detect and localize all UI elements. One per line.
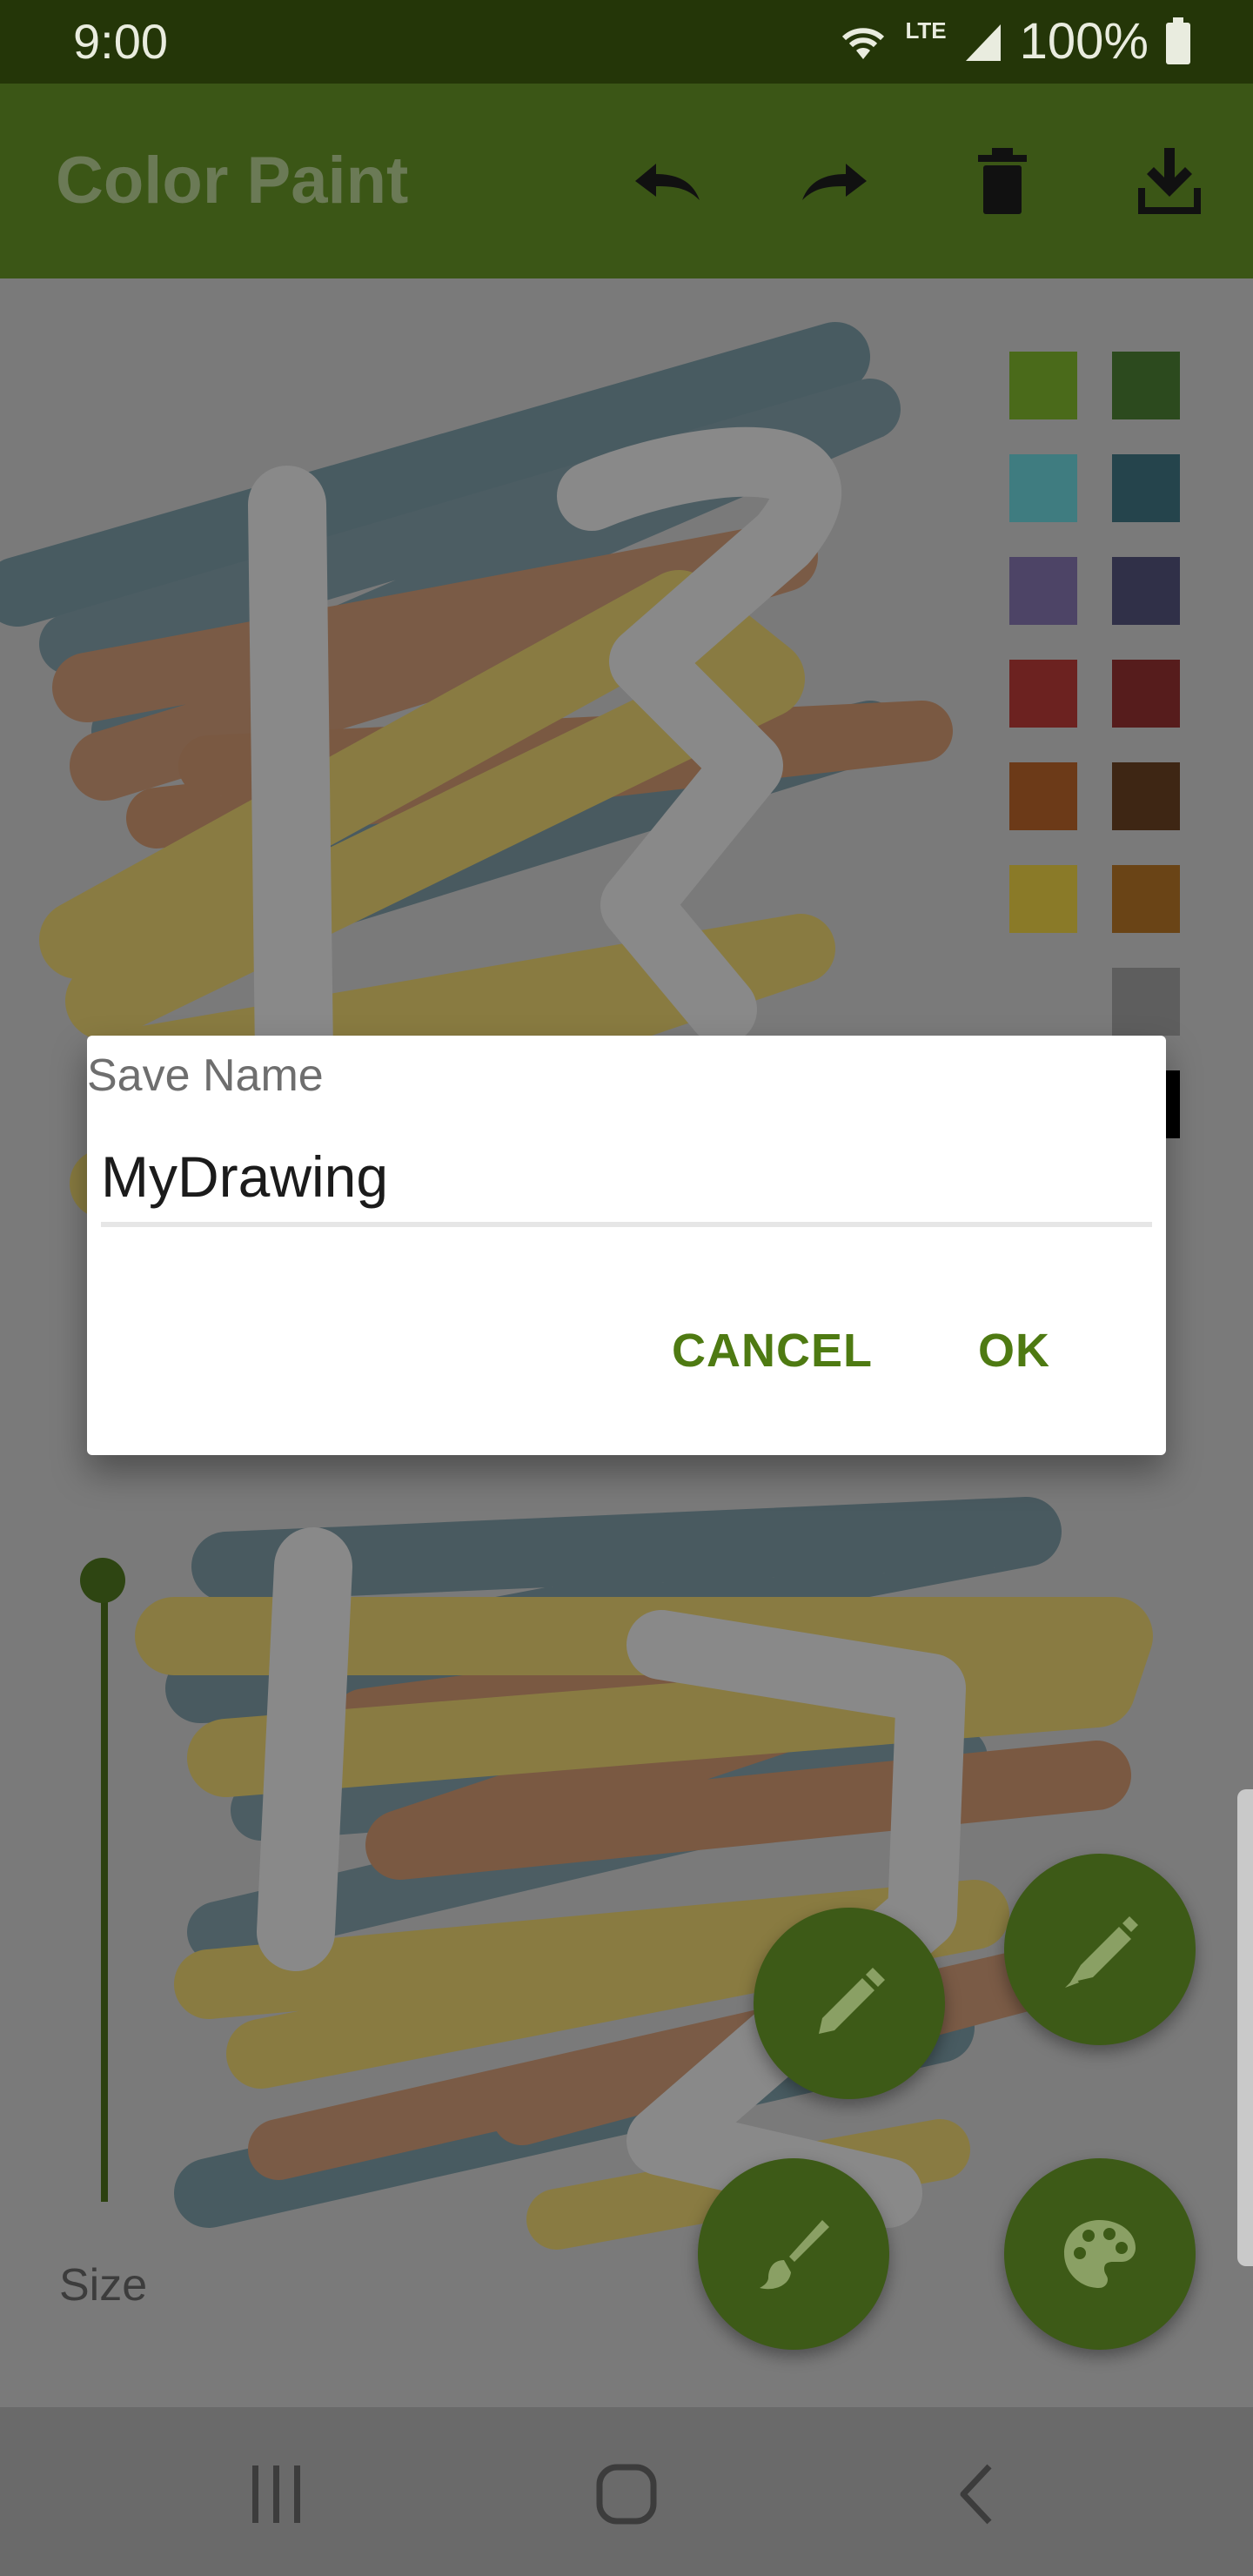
pencil-button[interactable] xyxy=(754,1908,945,2099)
size-label: Size xyxy=(59,2260,148,2311)
color-swatch[interactable] xyxy=(1112,865,1180,933)
palette-icon xyxy=(1064,2220,1136,2288)
color-swatch[interactable] xyxy=(1112,352,1180,419)
color-swatch[interactable] xyxy=(1112,557,1180,625)
undo-icon xyxy=(635,164,700,200)
back-icon xyxy=(960,2464,992,2525)
size-slider[interactable] xyxy=(80,1558,129,2219)
color-swatch[interactable] xyxy=(1009,454,1077,522)
status-icons: LTE 100% xyxy=(837,10,1192,73)
signal-icon xyxy=(965,24,1001,61)
ok-button[interactable]: OK xyxy=(968,1312,1061,1389)
network-type: LTE xyxy=(905,17,947,44)
home-icon xyxy=(596,2464,657,2525)
marker-button[interactable] xyxy=(1004,1854,1196,2045)
size-slider-track xyxy=(101,1582,108,2202)
brush-icon xyxy=(760,2220,829,2290)
wifi-icon xyxy=(842,28,885,59)
marker-icon xyxy=(1065,1916,1138,1988)
redo-button[interactable] xyxy=(792,138,879,225)
delete-icon xyxy=(978,148,1027,214)
dialog-title: Save Name xyxy=(87,1050,324,1101)
color-swatch[interactable] xyxy=(1112,660,1180,728)
edge-panel-handle[interactable] xyxy=(1237,1789,1253,2266)
paint-stroke xyxy=(257,1527,352,1971)
color-swatch[interactable] xyxy=(1009,865,1077,933)
recent-apps-button[interactable] xyxy=(224,2442,329,2546)
app-title: Color Paint xyxy=(56,144,409,218)
download-button[interactable] xyxy=(1126,138,1213,225)
color-swatch[interactable] xyxy=(1009,762,1077,830)
back-button[interactable] xyxy=(924,2442,1029,2546)
pencil-icon xyxy=(819,1968,885,2034)
redo-icon xyxy=(802,164,867,200)
recent-apps-icon xyxy=(252,2465,300,2523)
status-time: 9:00 xyxy=(73,14,168,69)
download-icon xyxy=(1138,148,1201,214)
color-swatch[interactable] xyxy=(1009,352,1077,419)
delete-button[interactable] xyxy=(959,138,1046,225)
size-slider-thumb[interactable] xyxy=(80,1558,125,1603)
battery-icon xyxy=(1166,17,1190,64)
color-swatch[interactable] xyxy=(1009,660,1077,728)
battery-percent: 100% xyxy=(1019,13,1149,70)
home-button[interactable] xyxy=(574,2442,679,2546)
undo-button[interactable] xyxy=(623,138,710,225)
cancel-button[interactable]: CANCEL xyxy=(661,1312,883,1389)
status-bar: 9:00 LTE 100% xyxy=(0,0,1253,84)
app-bar: Color Paint xyxy=(0,84,1253,278)
palette-button[interactable] xyxy=(1004,2158,1196,2350)
navigation-bar xyxy=(0,2407,1253,2576)
color-swatch[interactable] xyxy=(1112,762,1180,830)
brush-button[interactable] xyxy=(698,2158,889,2350)
color-swatch[interactable] xyxy=(1009,557,1077,625)
save-name-input[interactable] xyxy=(101,1131,1152,1227)
save-name-dialog: Save Name CANCEL OK xyxy=(87,1036,1166,1455)
color-swatch[interactable] xyxy=(1112,968,1180,1036)
color-swatch[interactable] xyxy=(1112,454,1180,522)
